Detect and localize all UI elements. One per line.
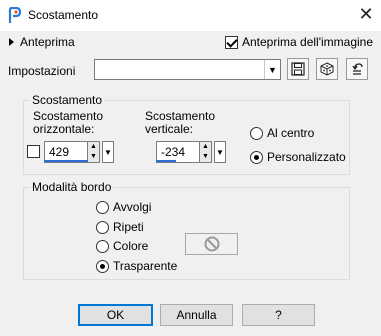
spin-arrows[interactable]: ▲ ▼ [88, 141, 100, 163]
radio-transparent-label: Trasparente [113, 259, 178, 273]
radio-color-label: Colore [113, 239, 149, 253]
settings-label: Impostazioni [8, 64, 76, 78]
radio-button[interactable] [96, 220, 109, 234]
radio-center-label: Al centro [267, 126, 315, 140]
preview-toggle[interactable]: Anteprima [9, 35, 75, 49]
randomize-button[interactable] [316, 58, 338, 80]
chevron-down-icon[interactable]: ▼ [102, 141, 114, 163]
chevron-down-icon[interactable]: ▼ [264, 60, 280, 79]
border-color-swatch[interactable] [185, 233, 238, 255]
cancel-button[interactable]: Annulla [160, 304, 233, 326]
radio-repeat-label: Ripeti [113, 220, 144, 234]
radio-color[interactable]: Colore [96, 239, 148, 253]
radio-custom-label: Personalizzato [267, 150, 346, 164]
no-symbol-icon [204, 236, 219, 252]
horizontal-offset-label-2: orizzontale: [33, 122, 95, 136]
vertical-offset-label-1: Scostamento [145, 109, 216, 123]
radio-transparent[interactable]: Trasparente [96, 259, 177, 273]
close-icon: ✕ [358, 4, 374, 24]
radio-button[interactable] [96, 259, 109, 273]
ok-button[interactable]: OK [78, 304, 153, 326]
link-offsets-checkbox[interactable] [27, 145, 40, 158]
radio-custom[interactable]: Personalizzato [250, 150, 346, 164]
image-preview-checkbox[interactable] [225, 35, 238, 49]
window-title: Scostamento [28, 8, 99, 22]
horizontal-offset-label-1: Scostamento [33, 109, 104, 123]
vertical-offset-label-2: verticale: [145, 122, 194, 136]
settings-dropdown[interactable]: ▼ [94, 59, 281, 80]
radio-button[interactable] [96, 239, 109, 253]
image-preview-label: Anteprima dell'immagine [242, 35, 374, 49]
chevron-down-icon[interactable]: ▼ [214, 141, 226, 163]
radio-wrap-label: Avvolgi [113, 200, 152, 214]
horizontal-value-bar [44, 160, 88, 162]
spin-arrows[interactable]: ▲ ▼ [200, 141, 212, 163]
radio-wrap[interactable]: Avvolgi [96, 200, 151, 214]
radio-button[interactable] [250, 126, 263, 140]
dice-icon [320, 62, 334, 76]
reset-button[interactable] [346, 58, 368, 80]
reset-icon [352, 63, 363, 75]
app-icon [8, 7, 22, 23]
expand-triangle-icon [9, 38, 14, 46]
radio-center[interactable]: Al centro [250, 126, 314, 140]
image-preview-checkbox-row[interactable]: Anteprima dell'immagine [225, 35, 373, 49]
border-mode-title: Modalità bordo [30, 180, 114, 194]
radio-button[interactable] [250, 150, 263, 164]
vertical-value-bar [156, 160, 176, 162]
save-icon [291, 62, 305, 76]
close-button[interactable]: ✕ [356, 4, 376, 24]
offset-group-title: Scostamento [30, 93, 105, 107]
radio-button[interactable] [96, 200, 109, 214]
radio-repeat[interactable]: Ripeti [96, 220, 144, 234]
help-button[interactable]: ? [242, 304, 315, 326]
preview-toggle-label: Anteprima [20, 35, 75, 49]
save-preset-button[interactable] [287, 58, 309, 80]
